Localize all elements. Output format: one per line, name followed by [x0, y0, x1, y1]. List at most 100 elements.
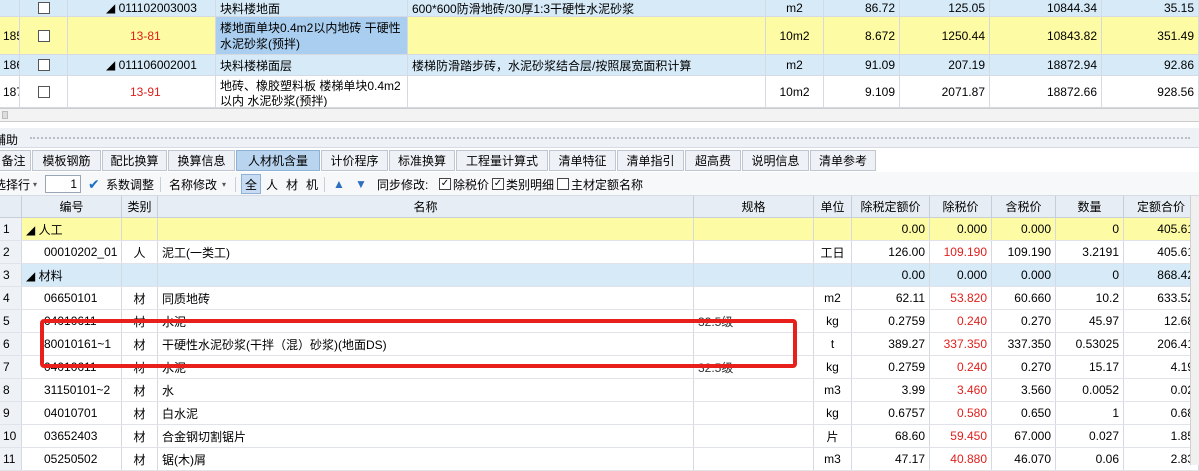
grid-cell-6[interactable]: 59.450	[930, 425, 992, 447]
grid-cell-4[interactable]: m3	[814, 448, 852, 470]
grid-cell-4[interactable]: m2	[814, 287, 852, 309]
grid-cell-2[interactable]: 泥工(一类工)	[158, 241, 694, 263]
grid-cell-9[interactable]: 868.42	[1124, 264, 1199, 286]
grid-cell-8[interactable]: 10.2	[1056, 287, 1124, 309]
column-header-2[interactable]: 名称	[158, 196, 694, 217]
grid-cell-5[interactable]: 47.17	[852, 448, 930, 470]
checkbox-box[interactable]	[37, 59, 50, 71]
tab-4[interactable]: 人材机含量	[236, 150, 320, 171]
grid-cell-7[interactable]: 0.270	[992, 356, 1056, 378]
tab-0[interactable]: 备注	[0, 150, 31, 171]
group-label[interactable]: ◢ 材料	[22, 264, 122, 286]
row-checkbox[interactable]	[20, 55, 68, 75]
tab-9[interactable]: 清单指引	[617, 150, 684, 171]
grid-cell-3[interactable]	[694, 402, 814, 424]
scrollbar-thumb[interactable]	[2, 111, 8, 119]
grid-cell-9[interactable]: 405.61	[1124, 218, 1199, 240]
grid-cell-3[interactable]	[694, 425, 814, 447]
tab-7[interactable]: 工程量计算式	[456, 150, 548, 171]
checkbox-box[interactable]	[37, 85, 50, 98]
grid-cell-2[interactable]: 水	[158, 379, 694, 401]
grid-cell-8[interactable]: 0	[1056, 264, 1124, 286]
grid-cell-4[interactable]: kg	[814, 402, 852, 424]
row-number-input[interactable]	[45, 175, 81, 193]
grid-cell-1[interactable]: 人	[122, 241, 158, 263]
grid-cell-7[interactable]: 60.660	[992, 287, 1056, 309]
filter-labor-button[interactable]: 人	[266, 173, 278, 195]
grid-cell-3[interactable]	[694, 448, 814, 470]
grid-cell-7[interactable]: 3.560	[992, 379, 1056, 401]
grid-cell-9[interactable]: 0.68	[1124, 402, 1199, 424]
grid-cell-2[interactable]: 合金钢切割锯片	[158, 425, 694, 447]
grid-cell-6[interactable]: 0.240	[930, 356, 992, 378]
rename-button[interactable]: 名称修改	[169, 173, 217, 195]
grid-cell-1[interactable]: 材	[122, 379, 158, 401]
filter-machine-button[interactable]: 机	[306, 173, 318, 195]
grid-cell-0[interactable]: 05250502	[22, 448, 122, 470]
resource-row[interactable]: 10 03652403 材 合金钢切割锯片 片 68.60 59.450 67.000 0.02…	[0, 425, 1199, 448]
grid-cell-8[interactable]: 45.97	[1056, 310, 1124, 332]
grid-cell-8[interactable]: 15.17	[1056, 356, 1124, 378]
grid-cell-8[interactable]: 1	[1056, 402, 1124, 424]
resource-row[interactable]: 2 00010202_01 人 泥工(一类工) 工日 126.00 109.190 109.1…	[0, 241, 1199, 264]
grid-cell-8[interactable]: 3.2191	[1056, 241, 1124, 263]
row-checkbox[interactable]	[20, 0, 68, 16]
coef-adjust-button[interactable]: 系数调整	[106, 173, 154, 195]
grid-cell-9[interactable]: 4.19	[1124, 356, 1199, 378]
grid-cell-0[interactable]: 31150101~2	[22, 379, 122, 401]
grid-cell-3[interactable]	[694, 218, 814, 240]
grid-cell-5[interactable]: 0.6757	[852, 402, 930, 424]
grid-cell-2[interactable]: 同质地砖	[158, 287, 694, 309]
grid-cell-9[interactable]: 206.41	[1124, 333, 1199, 355]
tab-1[interactable]: 模板钢筋	[32, 150, 101, 171]
grid-cell-1[interactable]: 材	[122, 287, 158, 309]
grid-cell-5[interactable]: 126.00	[852, 241, 930, 263]
grid-cell-3[interactable]	[694, 264, 814, 286]
resource-row[interactable]: 9 04010701 材 白水泥 kg 0.6757 0.580 0.650 1 0.68	[0, 402, 1199, 425]
grid-cell-6[interactable]: 337.350	[930, 333, 992, 355]
grid-cell-5[interactable]: 68.60	[852, 425, 930, 447]
grid-cell-6[interactable]: 0.580	[930, 402, 992, 424]
column-header-7[interactable]: 含税价	[992, 196, 1056, 217]
column-header-6[interactable]: 除税价	[930, 196, 992, 217]
tab-5[interactable]: 计价程序	[321, 150, 388, 171]
grid-cell-9[interactable]: 633.52	[1124, 287, 1199, 309]
grid-cell-7[interactable]: 0.650	[992, 402, 1056, 424]
horizontal-scrollbar[interactable]	[0, 108, 1199, 122]
column-header-0[interactable]: 编号	[22, 196, 122, 217]
grid-cell-9[interactable]: 405.61	[1124, 241, 1199, 263]
grid-cell-4[interactable]: 工日	[814, 241, 852, 263]
panel-dotted-handle[interactable]	[30, 137, 1190, 139]
rename-dropdown-icon[interactable]: ▾	[222, 173, 226, 195]
grid-cell-5[interactable]: 0.00	[852, 264, 930, 286]
top-table-row[interactable]: 187 13-91 地砖、橡胶塑料板 楼梯单块0.4m2以内 水泥砂浆(预拌) 10m…	[0, 76, 1199, 108]
grid-cell-2[interactable]	[158, 218, 694, 240]
row-checkbox[interactable]	[20, 17, 68, 54]
grid-cell-3[interactable]	[694, 287, 814, 309]
grid-cell-1[interactable]: 材	[122, 402, 158, 424]
grid-cell-9[interactable]: 0.02	[1124, 379, 1199, 401]
filter-material-button[interactable]: 材	[286, 173, 298, 195]
column-header-5[interactable]: 除税定额价	[852, 196, 930, 217]
move-up-icon[interactable]: ▲	[333, 173, 345, 195]
group-row[interactable]: 3 ◢ 材料 0.00 0.000 0.000 0 868.42	[0, 264, 1199, 287]
grid-cell-3[interactable]	[694, 241, 814, 263]
grid-cell-5[interactable]: 0.2759	[852, 310, 930, 332]
tab-2[interactable]: 配比换算	[102, 150, 167, 171]
checkbox-box[interactable]	[37, 29, 50, 42]
grid-cell-8[interactable]: 0	[1056, 218, 1124, 240]
grid-cell-7[interactable]: 337.350	[992, 333, 1056, 355]
tab-11[interactable]: 说明信息	[742, 150, 809, 171]
checkmark-icon[interactable]: ✔	[88, 173, 100, 195]
group-label[interactable]: ◢ 人工	[22, 218, 122, 240]
top-table-row[interactable]: ◢ 011102003003 块料楼地面 600*600防滑地砖/30厚1:3干硬性…	[0, 0, 1199, 17]
category-detail-checkbox[interactable]: ✓ 类别明细	[492, 173, 554, 195]
grid-cell-8[interactable]: 0.06	[1056, 448, 1124, 470]
group-row[interactable]: 1 ◢ 人工 0.00 0.000 0.000 0 405.61	[0, 218, 1199, 241]
grid-cell-9[interactable]: 1.85	[1124, 425, 1199, 447]
grid-cell-7[interactable]: 46.070	[992, 448, 1056, 470]
grid-cell-7[interactable]: 0.000	[992, 264, 1056, 286]
grid-cell-6[interactable]: 40.880	[930, 448, 992, 470]
grid-cell-0[interactable]: 03652403	[22, 425, 122, 447]
grid-cell-5[interactable]: 389.27	[852, 333, 930, 355]
